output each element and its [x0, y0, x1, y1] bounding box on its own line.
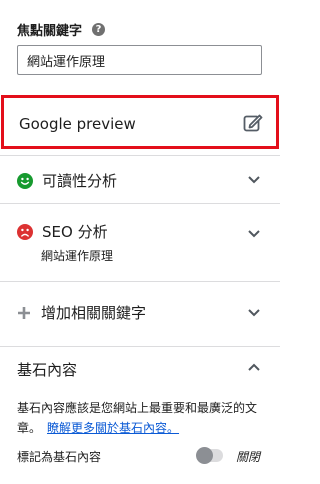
focus-keyphrase-section: 焦點關鍵字 ?: [0, 0, 280, 84]
chevron-down-icon: [248, 230, 260, 238]
cornerstone-title: 基石內容: [17, 361, 78, 379]
chevron-up-icon[interactable]: [247, 362, 261, 372]
focus-keyphrase-label-text: 焦點關鍵字: [17, 24, 83, 39]
add-related-keyphrase-label: 增加相關關鍵字: [41, 304, 147, 322]
cornerstone-toggle-state: 關閉: [236, 450, 261, 464]
seo-analysis-title: SEO 分析: [17, 221, 108, 242]
add-related-keyphrase-title: 增加相關關鍵字: [17, 302, 146, 323]
seo-analysis-row[interactable]: SEO 分析 網站運作原理: [0, 203, 280, 281]
cornerstone-toggle[interactable]: [196, 447, 223, 464]
chevron-down-icon: [248, 176, 260, 184]
seo-analysis-keyphrase: 網站運作原理: [41, 249, 114, 263]
cornerstone-content-section: 基石內容 基石內容應該是您網站上最重要和最廣泛的文章。 瞭解更多關於基石內容。 標…: [0, 346, 280, 484]
toggle-knob: [196, 447, 213, 464]
add-related-keyphrase-row[interactable]: 增加相關關鍵字: [0, 281, 280, 346]
cornerstone-description: 基石內容應該是您網站上最重要和最廣泛的文章。 瞭解更多關於基石內容。: [17, 398, 267, 438]
google-preview-label: Google preview: [19, 115, 136, 133]
readability-analysis-label: 可讀性分析: [42, 172, 118, 190]
smiley-face-icon: [17, 172, 33, 189]
sad-face-icon: [17, 223, 33, 240]
readability-analysis-row[interactable]: 可讀性分析: [0, 155, 280, 203]
cornerstone-toggle-label: 標記為基石內容: [17, 450, 102, 464]
seo-sidebar-panel: 焦點關鍵字 ? Google preview 可讀性分析: [0, 0, 280, 483]
readability-analysis-title: 可讀性分析: [17, 170, 117, 191]
question-mark-icon[interactable]: ?: [92, 23, 106, 36]
chevron-down-icon: [248, 309, 260, 317]
focus-keyphrase-label: 焦點關鍵字 ?: [17, 20, 106, 39]
edit-icon: [243, 114, 263, 132]
focus-keyphrase-input[interactable]: [17, 45, 262, 75]
seo-analysis-label: SEO 分析: [42, 223, 108, 241]
cornerstone-learn-more-link[interactable]: 瞭解更多關於基石內容。: [47, 421, 179, 435]
google-preview-toggle[interactable]: Google preview: [1, 95, 279, 149]
plus-icon: [18, 306, 30, 319]
